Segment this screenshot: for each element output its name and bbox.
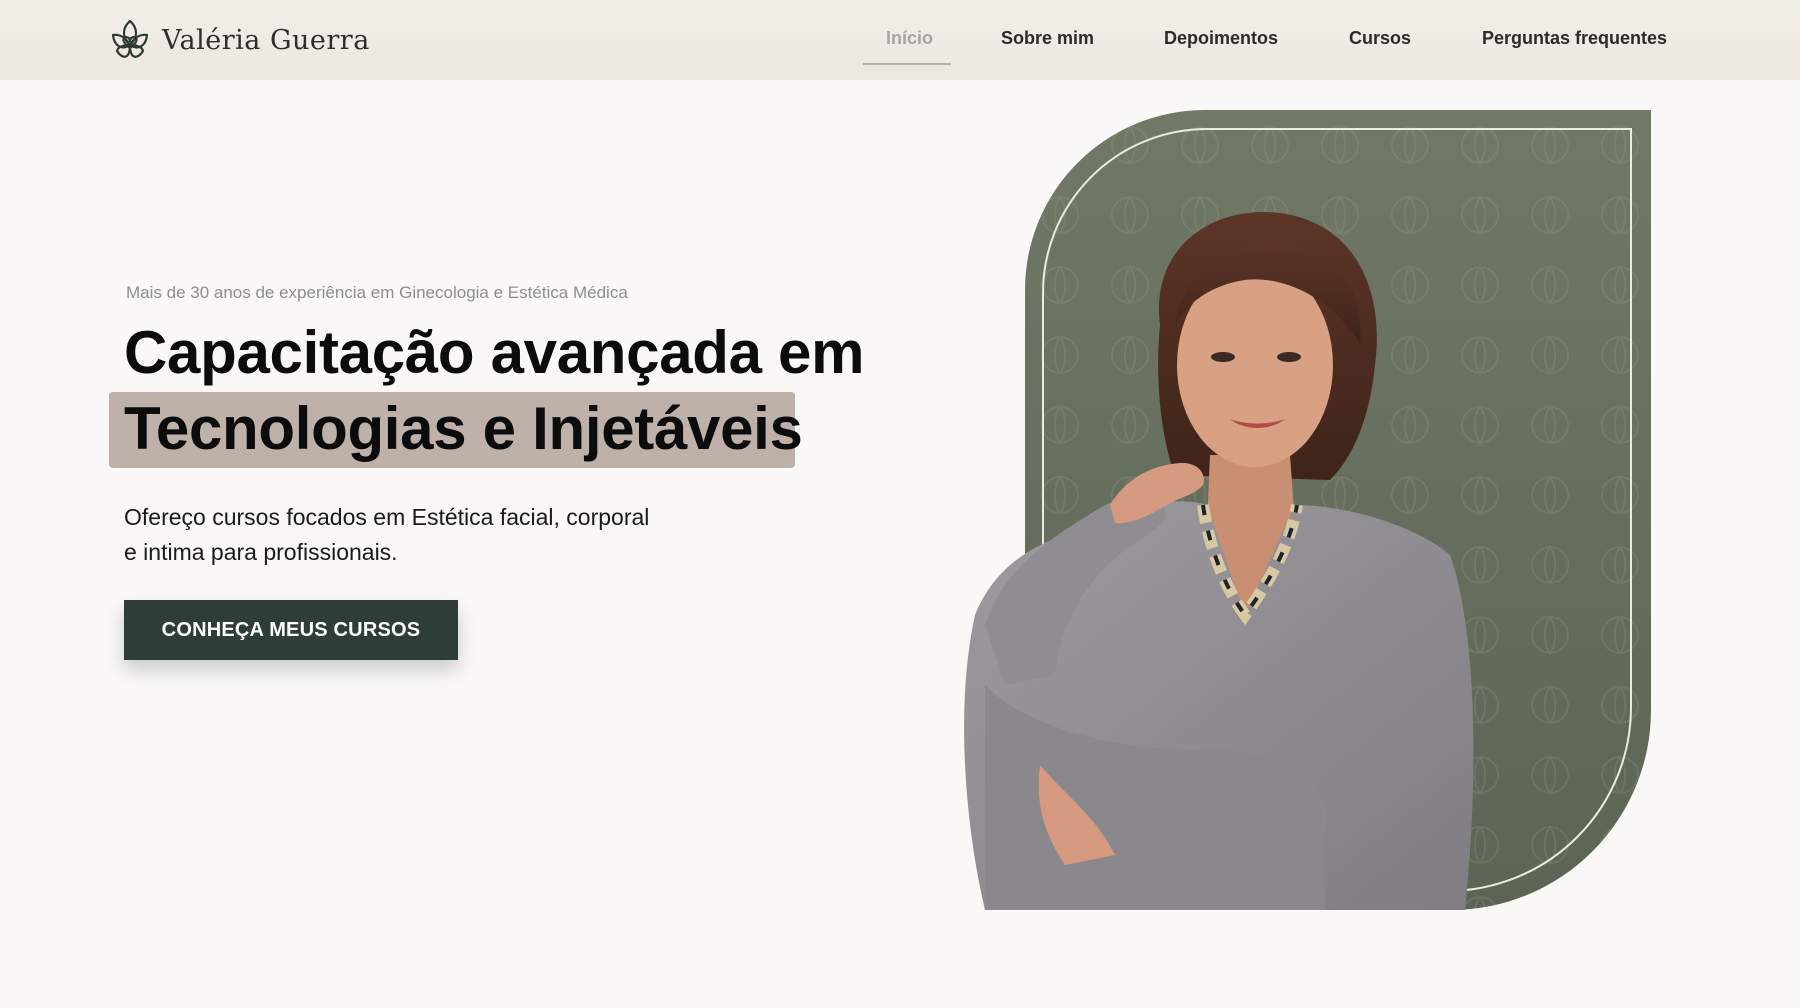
site-header: Valéria Guerra Início Sobre mim Depoimen…	[0, 0, 1800, 80]
active-nav-indicator	[863, 63, 951, 65]
brand-name: Valéria Guerra	[162, 24, 370, 56]
nav-item-inicio[interactable]: Início	[886, 28, 933, 49]
hero-eyebrow: Mais de 30 anos de experiência em Gineco…	[126, 283, 628, 302]
portrait-photo	[964, 211, 1474, 910]
hero-description: Ofereço cursos focados em Estética facia…	[124, 500, 724, 570]
nav-item-depoimentos[interactable]: Depoimentos	[1164, 28, 1278, 49]
hero-headline-line-1: Capacitação avançada em	[124, 319, 865, 386]
nav-item-perguntas-frequentes[interactable]: Perguntas frequentes	[1482, 28, 1667, 49]
lotus-heart-icon	[111, 19, 149, 58]
courses-cta-button[interactable]: CONHEÇA MEUS CURSOS	[124, 600, 458, 660]
nav-item-cursos[interactable]: Cursos	[1349, 28, 1411, 49]
hero-headline-line-2: Tecnologias e Injetáveis	[124, 395, 803, 462]
hero-description-line-1: Ofereço cursos focados em Estética facia…	[124, 504, 650, 530]
brand-logo[interactable]: Valéria Guerra	[108, 17, 370, 63]
hero-description-line-2: e intima para profissionais.	[124, 539, 398, 565]
nav-item-sobre-mim[interactable]: Sobre mim	[1001, 28, 1094, 49]
